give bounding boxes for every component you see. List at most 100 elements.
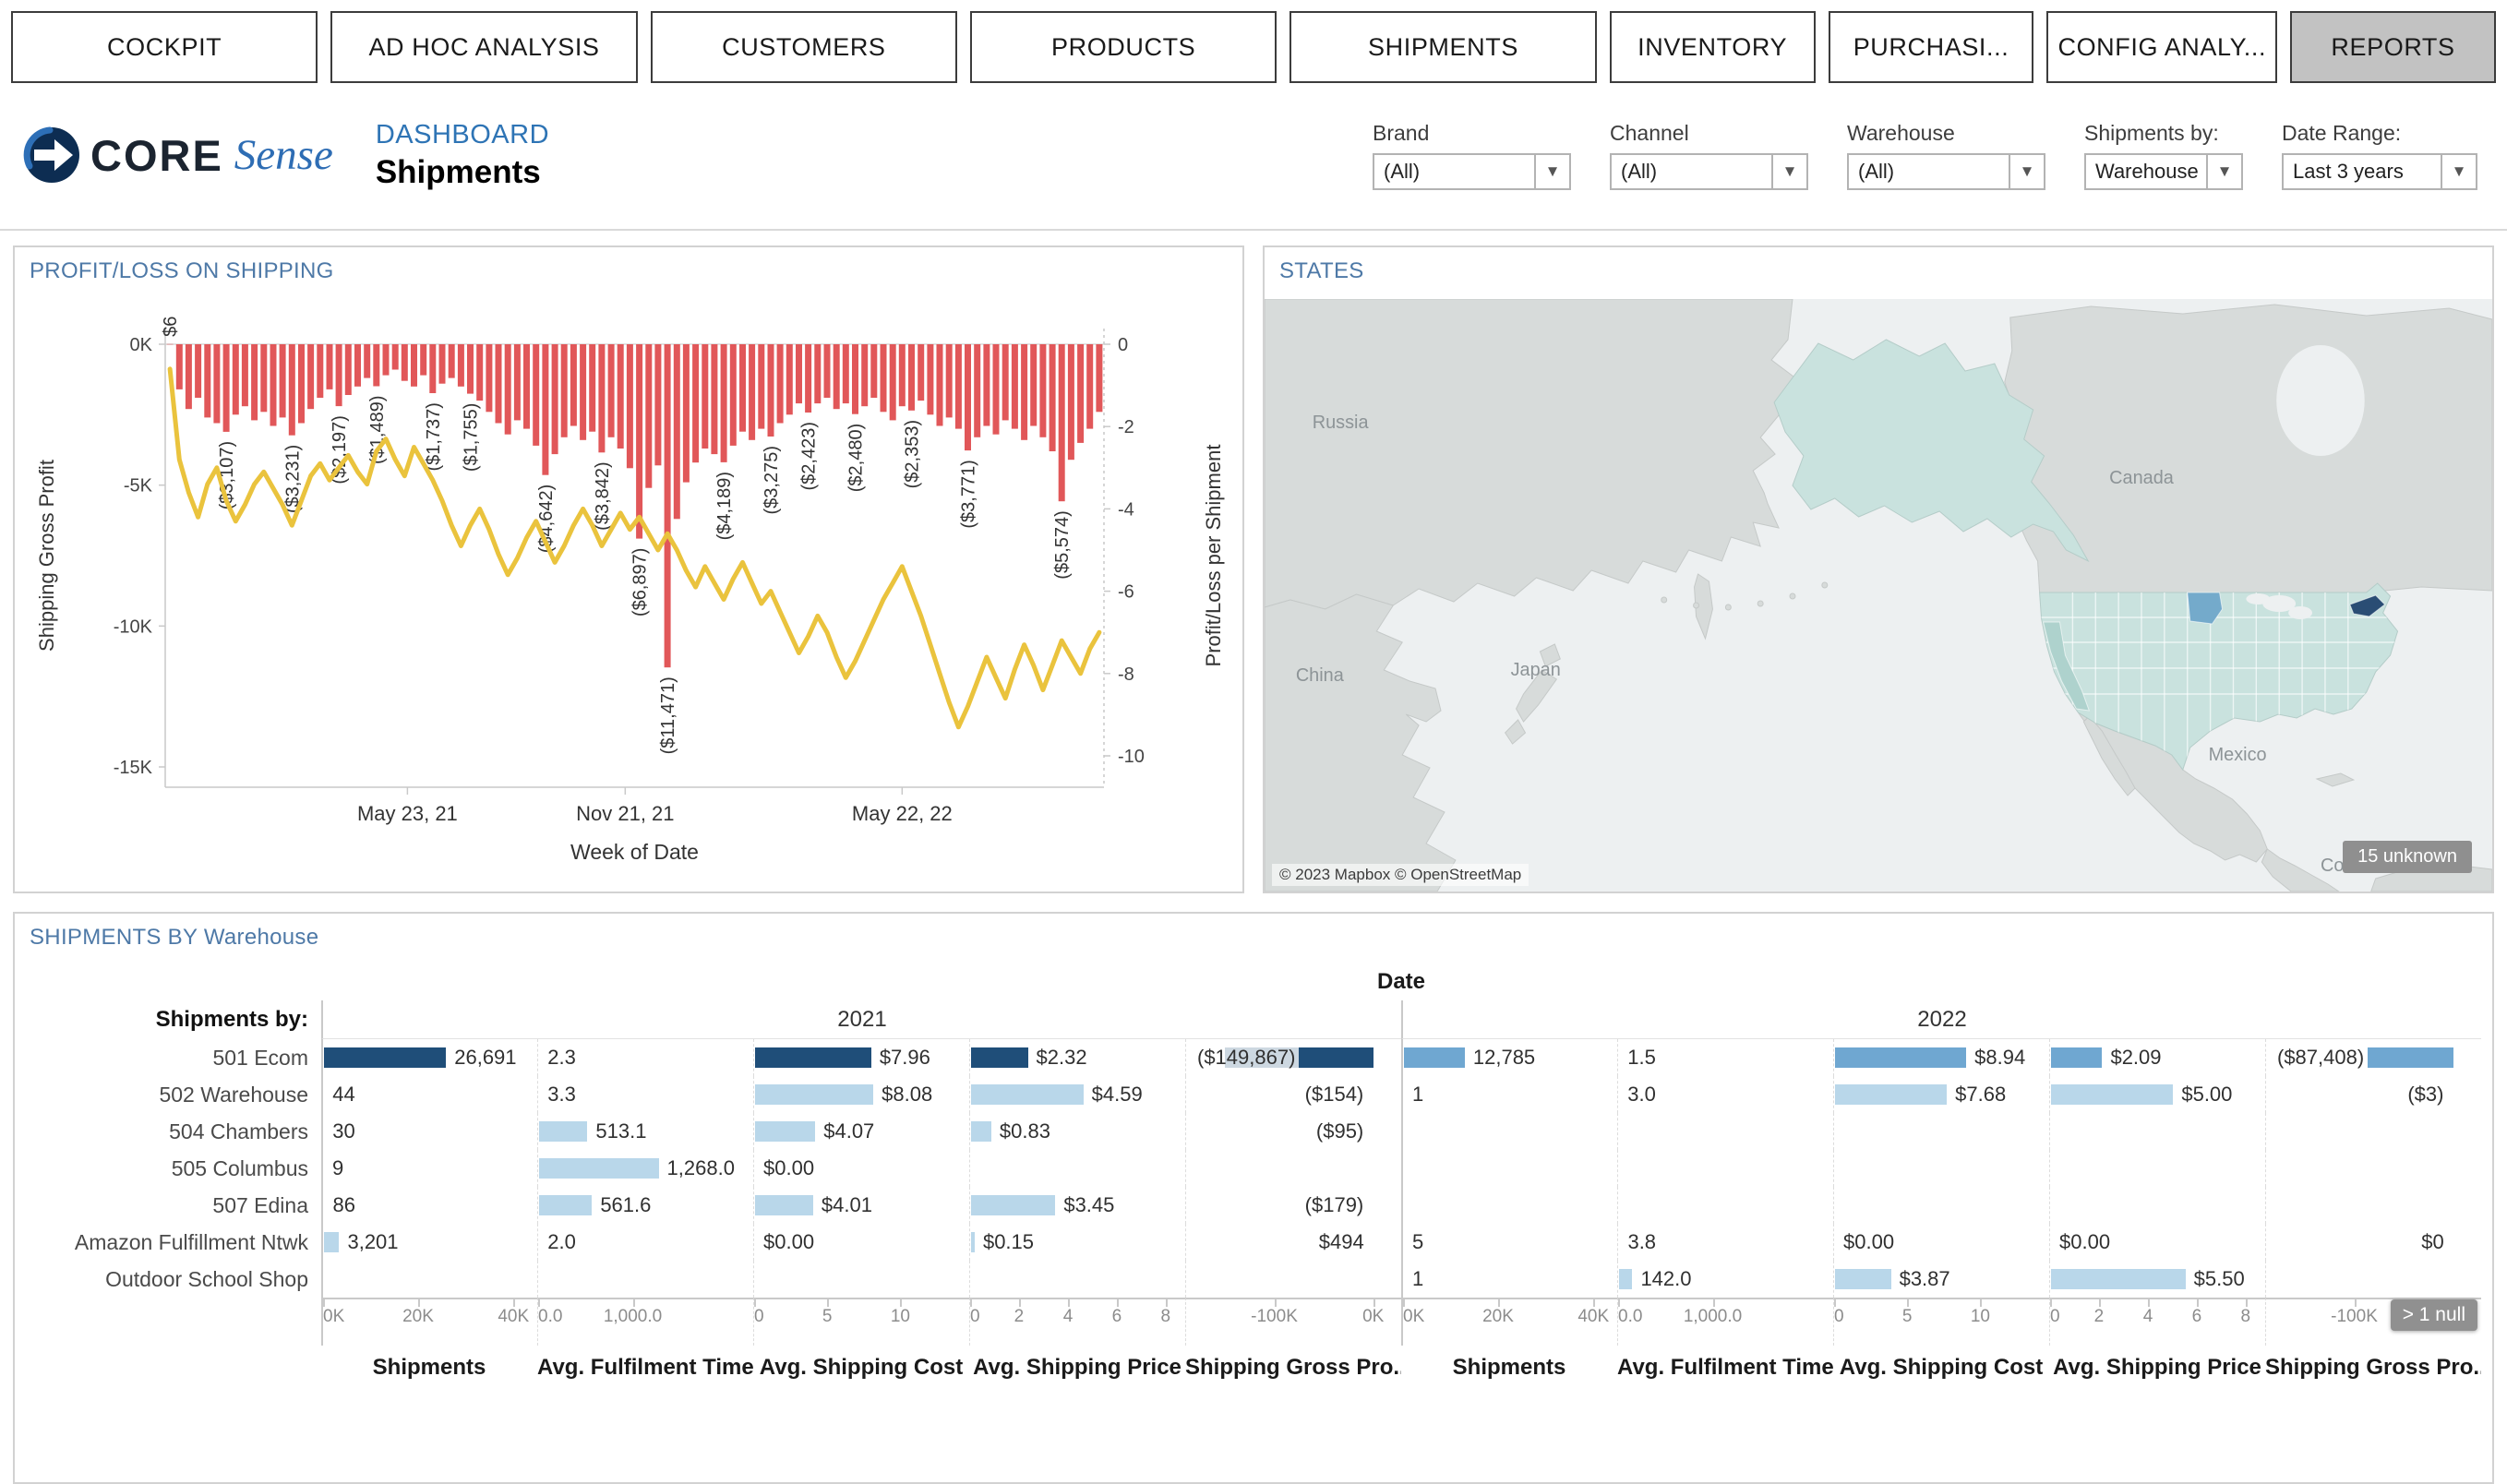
table-cell[interactable]: $5.00 <box>2049 1076 2265 1113</box>
bar-mark[interactable] <box>1077 344 1084 443</box>
bar-mark[interactable] <box>1021 344 1027 440</box>
bar-mark[interactable] <box>1039 344 1046 437</box>
table-cell[interactable]: $0.00 <box>2049 1224 2265 1261</box>
bar-mark[interactable] <box>908 344 915 411</box>
bar-mark[interactable] <box>242 344 248 406</box>
bar-mark[interactable] <box>280 344 286 417</box>
warehouse-row-label[interactable]: Amazon Fulfillment Ntwk <box>26 1224 321 1261</box>
table-cell[interactable]: $2.32 <box>969 1039 1185 1076</box>
table-cell[interactable]: 1,268.0 <box>537 1150 753 1187</box>
bar-mark[interactable] <box>965 344 971 450</box>
filter-dropdown-shipments-by[interactable]: Warehouse ▼ <box>2084 153 2243 190</box>
bar-mark[interactable] <box>749 344 755 440</box>
tab-reports[interactable]: REPORTS <box>2290 11 2496 83</box>
bar-mark[interactable] <box>814 344 821 403</box>
bar-mark[interactable] <box>270 344 277 426</box>
bar-mark[interactable] <box>918 344 924 401</box>
table-cell[interactable]: ($3) <box>2265 1076 2481 1113</box>
bar-mark[interactable] <box>834 344 840 409</box>
bar-mark[interactable] <box>195 344 201 398</box>
bar-mark[interactable] <box>890 344 896 420</box>
table-cell[interactable]: 3.0 <box>1617 1076 1833 1113</box>
bar-mark[interactable] <box>336 344 342 406</box>
bar-mark[interactable] <box>167 344 174 345</box>
table-cell[interactable]: $8.94 <box>1833 1039 2049 1076</box>
bar-mark[interactable] <box>843 344 849 403</box>
bar-mark[interactable] <box>654 344 661 465</box>
tab-shipments[interactable]: SHIPMENTS <box>1289 11 1596 83</box>
map-canvas[interactable]: RussiaCanadaChinaJapanMexicoColombia <box>1265 299 2492 892</box>
bar-mark[interactable] <box>429 344 436 393</box>
bar-mark[interactable] <box>927 344 933 414</box>
table-cell[interactable]: ($87,408) <box>2265 1039 2481 1076</box>
bar-mark[interactable] <box>786 344 793 414</box>
table-cell[interactable]: 44 <box>321 1076 537 1113</box>
bar-mark[interactable] <box>683 344 690 483</box>
bar-mark[interactable] <box>260 344 267 412</box>
bar-mark[interactable] <box>458 344 464 387</box>
bar-mark[interactable] <box>1050 344 1056 451</box>
table-cell[interactable]: $0 <box>2265 1224 2481 1261</box>
table-cell[interactable]: $4.01 <box>753 1187 969 1224</box>
table-cell[interactable]: ($95) <box>1185 1113 1401 1150</box>
bar-mark[interactable] <box>711 344 717 454</box>
bar-mark[interactable] <box>383 344 390 376</box>
bar-mark[interactable] <box>223 344 230 432</box>
table-cell[interactable]: 9 <box>321 1150 537 1187</box>
table-cell[interactable]: $3.45 <box>969 1187 1185 1224</box>
bar-mark[interactable] <box>768 344 774 437</box>
bar-mark[interactable] <box>1012 344 1018 429</box>
bar-mark[interactable] <box>739 344 746 432</box>
bar-mark[interactable] <box>402 344 408 381</box>
tab-purchasi[interactable]: PURCHASI... <box>1829 11 2034 83</box>
warehouse-row-label[interactable]: 501 Ecom <box>26 1039 321 1076</box>
bar-mark[interactable] <box>533 344 539 446</box>
bar-mark[interactable] <box>449 344 455 378</box>
bar-mark[interactable] <box>983 344 990 426</box>
bar-mark[interactable] <box>608 344 615 437</box>
bar-mark[interactable] <box>364 344 370 378</box>
bar-mark[interactable] <box>805 344 811 413</box>
profit-loss-chart[interactable]: 0K-5K-10K-15K0-2-4-6-8-10May 23, 21Nov 2… <box>15 292 1242 892</box>
bar-mark[interactable] <box>598 344 605 452</box>
table-cell[interactable]: $0.00 <box>1833 1224 2049 1261</box>
bar-mark[interactable] <box>1096 344 1102 412</box>
table-cell[interactable]: 142.0 <box>1617 1261 1833 1298</box>
table-cell[interactable]: $4.59 <box>969 1076 1185 1113</box>
bar-mark[interactable] <box>476 344 483 401</box>
bar-mark[interactable] <box>345 344 352 395</box>
tab-products[interactable]: PRODUCTS <box>970 11 1277 83</box>
table-cell[interactable]: $4.07 <box>753 1113 969 1150</box>
table-cell[interactable]: ($154) <box>1185 1076 1401 1113</box>
states-map[interactable]: RussiaCanadaChinaJapanMexicoColombia © 2… <box>1265 299 2492 892</box>
table-cell[interactable]: $2.09 <box>2049 1039 2265 1076</box>
bar-mark[interactable] <box>881 344 887 412</box>
chevron-down-icon[interactable]: ▼ <box>2009 155 2044 188</box>
table-cell[interactable]: 1.5 <box>1617 1039 1833 1076</box>
bar-mark[interactable] <box>777 344 784 424</box>
bar-mark[interactable] <box>721 344 727 462</box>
profit-chart-host[interactable]: 0K-5K-10K-15K0-2-4-6-8-10May 23, 21Nov 2… <box>15 292 1242 892</box>
unknown-count-badge[interactable]: 15 unknown <box>2343 841 2472 873</box>
bar-mark[interactable] <box>204 344 210 417</box>
table-cell[interactable]: $0.15 <box>969 1224 1185 1261</box>
table-cell[interactable]: $0.83 <box>969 1113 1185 1150</box>
warehouse-row-label[interactable]: 507 Edina <box>26 1187 321 1224</box>
bar-mark[interactable] <box>1002 344 1009 420</box>
table-cell[interactable]: 26,691 <box>321 1039 537 1076</box>
bar-mark[interactable] <box>946 344 953 417</box>
bar-mark[interactable] <box>289 344 295 436</box>
bar-mark[interactable] <box>861 344 868 406</box>
bar-mark[interactable] <box>514 344 521 420</box>
chevron-down-icon[interactable]: ▼ <box>1534 155 1569 188</box>
table-cell[interactable]: $8.08 <box>753 1076 969 1113</box>
bar-mark[interactable] <box>523 344 530 429</box>
bar-mark[interactable] <box>392 344 399 370</box>
chevron-down-icon[interactable]: ▼ <box>2441 155 2476 188</box>
table-cell[interactable]: 12,785 <box>1401 1039 1617 1076</box>
table-cell[interactable]: 3.3 <box>537 1076 753 1113</box>
table-cell[interactable]: $7.96 <box>753 1039 969 1076</box>
table-cell[interactable]: $0.00 <box>753 1224 969 1261</box>
tab-inventory[interactable]: INVENTORY <box>1610 11 1816 83</box>
table-cell[interactable]: 3,201 <box>321 1224 537 1261</box>
